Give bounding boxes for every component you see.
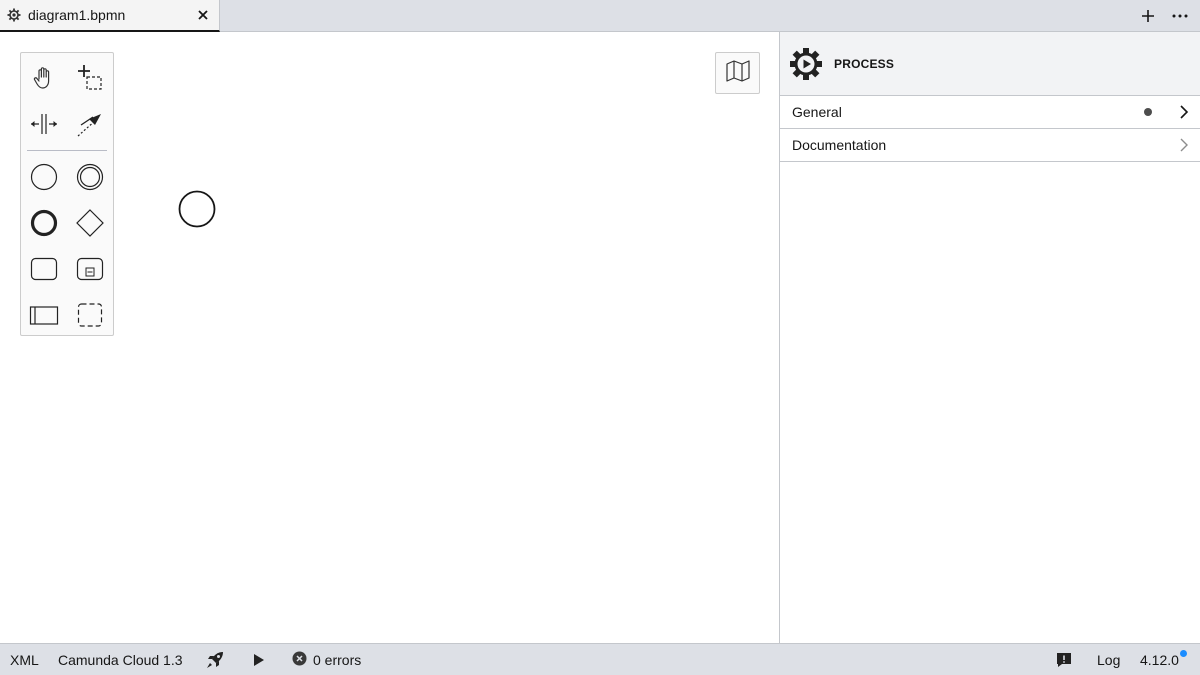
platform-version[interactable]: Camunda Cloud 1.3 [58, 644, 183, 675]
app-version[interactable]: 4.12.0 [1140, 644, 1187, 675]
process-gear-icon [790, 47, 822, 80]
chevron-right-icon [1176, 104, 1192, 120]
tab-diagram1[interactable]: diagram1.bpmn [0, 0, 220, 32]
errors-indicator[interactable]: 0 errors [292, 644, 361, 675]
close-icon[interactable] [193, 5, 213, 25]
chevron-right-icon [1176, 137, 1192, 153]
rocket-icon[interactable] [204, 644, 226, 675]
lasso-icon[interactable] [72, 60, 108, 96]
tab-bar: diagram1.bpmn [0, 0, 1200, 32]
update-badge [1179, 649, 1187, 657]
task-icon[interactable] [26, 251, 62, 287]
group-general[interactable]: General [780, 96, 1200, 129]
connect-icon[interactable] [72, 106, 108, 142]
gear-icon [6, 7, 22, 23]
log-toggle[interactable]: Log [1097, 644, 1120, 675]
tab-label: diagram1.bpmn [28, 7, 126, 23]
properties-header: PROCESS [780, 32, 1200, 96]
palette [20, 52, 114, 336]
diagram-canvas[interactable] [0, 32, 780, 643]
properties-panel: PROCESS General Documentation [780, 32, 1200, 643]
feedback-icon[interactable] [1054, 644, 1074, 675]
map-icon [725, 59, 750, 87]
status-bar: XML Camunda Cloud 1.3 0 errors Log 4.12.… [0, 643, 1200, 675]
element-type-label: PROCESS [834, 56, 895, 71]
group-documentation[interactable]: Documentation [780, 129, 1200, 162]
subprocess-icon[interactable] [72, 251, 108, 287]
xml-toggle[interactable]: XML [10, 644, 39, 675]
space-icon[interactable] [26, 106, 62, 142]
gateway-icon[interactable] [72, 205, 108, 241]
intermediate-event-icon[interactable] [72, 159, 108, 195]
version-label: 4.12.0 [1140, 651, 1179, 668]
end-event-icon[interactable] [26, 205, 62, 241]
ellipsis-icon[interactable] [1168, 4, 1192, 28]
start-event[interactable] [178, 190, 216, 228]
error-circle-icon [292, 651, 307, 669]
group-icon[interactable] [72, 297, 108, 333]
start-event-icon[interactable] [26, 159, 62, 195]
hand-icon[interactable] [26, 60, 62, 96]
play-icon[interactable] [250, 644, 268, 675]
group-label: General [792, 104, 842, 120]
errors-count: 0 errors [313, 651, 362, 668]
pool-icon[interactable] [26, 297, 62, 333]
plus-icon[interactable] [1136, 4, 1160, 28]
group-label: Documentation [792, 137, 887, 153]
palette-separator [27, 150, 107, 151]
minimap-toggle[interactable] [715, 52, 760, 94]
data-indicator-dot [1144, 108, 1152, 116]
